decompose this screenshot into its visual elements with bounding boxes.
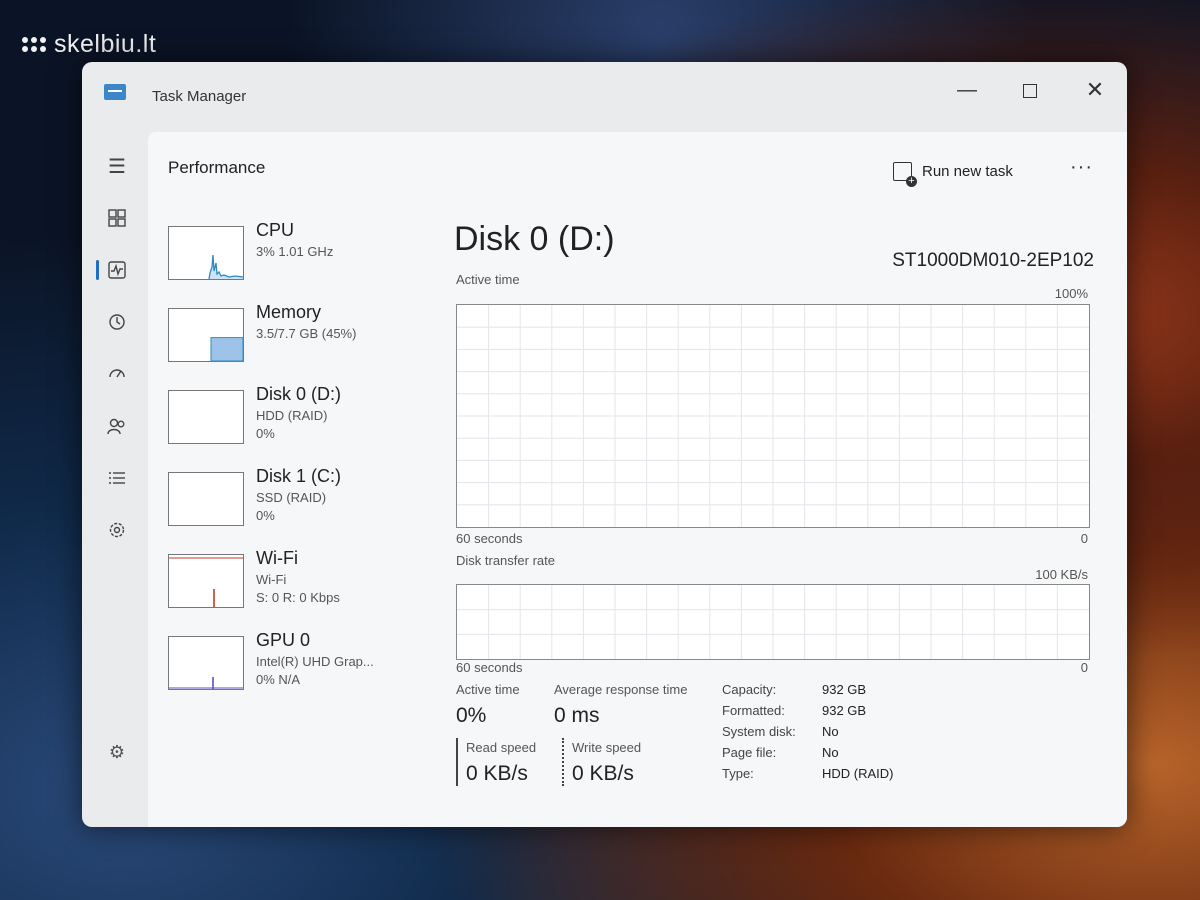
formatted-label: Formatted: [722,703,785,718]
startup-apps-icon[interactable] [94,348,140,400]
title-bar: Task Manager — ✕ [82,62,1127,124]
perf-item-detail: 3% 1.01 GHz [256,244,334,259]
close-button[interactable]: ✕ [1072,74,1118,106]
perf-item-name: Wi-Fi [256,548,298,568]
write-speed-label: Write speed [572,740,642,755]
page-title: Performance [168,158,266,177]
performance-device-list: CPU 3% 1.01 GHz Memory 3.5/7.7 GB (45%) [168,220,438,712]
performance-icon[interactable] [94,244,140,296]
perf-item-name: Disk 1 (C:) [256,466,341,486]
minimize-button[interactable]: — [944,74,990,106]
active-time-graph-max: 100% [1054,286,1088,301]
processes-icon[interactable] [94,192,140,244]
run-new-task-label: Run new task [922,163,1013,180]
cpu-thumbnail-graph [168,226,244,280]
perf-item-name: GPU 0 [256,630,311,650]
hamburger-menu-icon[interactable]: ☰ [94,140,140,192]
active-time-value: 0% [456,704,487,727]
app-history-icon[interactable] [94,296,140,348]
type-value: HDD (RAID) [822,766,894,781]
watermark-logo-icon [22,37,46,52]
task-manager-app-icon [104,84,126,100]
active-time-graph-duration: 60 seconds [456,531,523,546]
active-time-label: Active time [456,682,520,697]
perf-item-detail: Intel(R) UHD Grap... [256,654,374,669]
maximize-button[interactable] [1007,74,1053,106]
perf-item-name: CPU [256,220,295,240]
write-speed-indicator [562,738,564,786]
capacity-label: Capacity: [722,682,777,697]
task-manager-window: Task Manager — ✕ ☰ ⚙ Performance + Run n… [82,62,1127,827]
active-time-graph [456,304,1090,528]
read-speed-value: 0 KB/s [466,762,528,785]
details-icon[interactable] [94,452,140,504]
disk-1-thumbnail-graph [168,472,244,526]
perf-item-memory[interactable]: Memory 3.5/7.7 GB (45%) [168,302,438,384]
watermark: skelbiu.lt [22,30,156,59]
run-new-task-icon [893,162,917,187]
performance-page: Performance Run new task ··· CPU 3% 1.01… [148,132,1127,827]
perf-item-gpu-0[interactable]: GPU 0 Intel(R) UHD Grap... 0% N/A [168,630,438,712]
formatted-value: 932 GB [822,703,867,718]
write-speed-value: 0 KB/s [572,762,634,785]
page-file-label: Page file: [722,745,777,760]
run-new-task-button[interactable]: Run new task [893,162,1013,187]
users-icon[interactable] [94,400,140,452]
system-disk-label: System disk: [722,724,796,739]
transfer-rate-graph-label: Disk transfer rate [456,553,555,568]
capacity-value: 932 GB [822,682,867,697]
avg-response-value: 0 ms [554,704,600,727]
gpu-thumbnail-graph [168,636,244,690]
avg-response-label: Average response time [554,682,688,697]
wifi-thumbnail-graph [168,554,244,608]
perf-item-detail-2: 0% N/A [256,672,301,687]
transfer-rate-graph-min: 0 [1080,660,1088,675]
perf-item-wifi[interactable]: Wi-Fi Wi-Fi S: 0 R: 0 Kbps [168,548,438,630]
perf-item-detail-2: 0% [256,508,275,523]
type-label: Type: [722,766,754,781]
nav-rail: ☰ [94,140,140,556]
active-time-graph-min: 0 [1080,531,1088,546]
perf-item-disk-1[interactable]: Disk 1 (C:) SSD (RAID) 0% [168,466,438,548]
transfer-rate-graph [456,584,1090,660]
watermark-text: skelbiu.lt [54,30,157,58]
perf-item-detail: 3.5/7.7 GB (45%) [256,326,357,341]
more-options-button[interactable]: ··· [1070,156,1093,179]
perf-item-detail-2: S: 0 R: 0 Kbps [256,590,340,605]
perf-item-name: Memory [256,302,322,322]
active-time-graph-label: Active time [456,272,520,287]
perf-item-name: Disk 0 (D:) [256,384,341,404]
window-title: Task Manager [152,88,247,105]
settings-gear-icon[interactable]: ⚙ [94,732,140,772]
perf-item-cpu[interactable]: CPU 3% 1.01 GHz [168,220,438,302]
disk-title: Disk 0 (D:) [454,220,615,258]
page-file-value: No [822,745,839,760]
read-speed-indicator [456,738,458,786]
perf-item-detail: SSD (RAID) [256,490,327,505]
services-icon[interactable] [94,504,140,556]
disk-model: ST1000DM010-2EP102 [892,250,1094,271]
memory-thumbnail-graph [168,308,244,362]
transfer-rate-graph-duration: 60 seconds [456,660,523,675]
perf-item-detail: Wi-Fi [256,572,287,587]
disk-0-thumbnail-graph [168,390,244,444]
perf-item-disk-0[interactable]: Disk 0 (D:) HDD (RAID) 0% [168,384,438,466]
transfer-rate-graph-max: 100 KB/s [1035,567,1088,582]
read-speed-label: Read speed [466,740,537,755]
system-disk-value: No [822,724,839,739]
perf-item-detail-2: 0% [256,426,275,441]
perf-item-detail: HDD (RAID) [256,408,328,423]
